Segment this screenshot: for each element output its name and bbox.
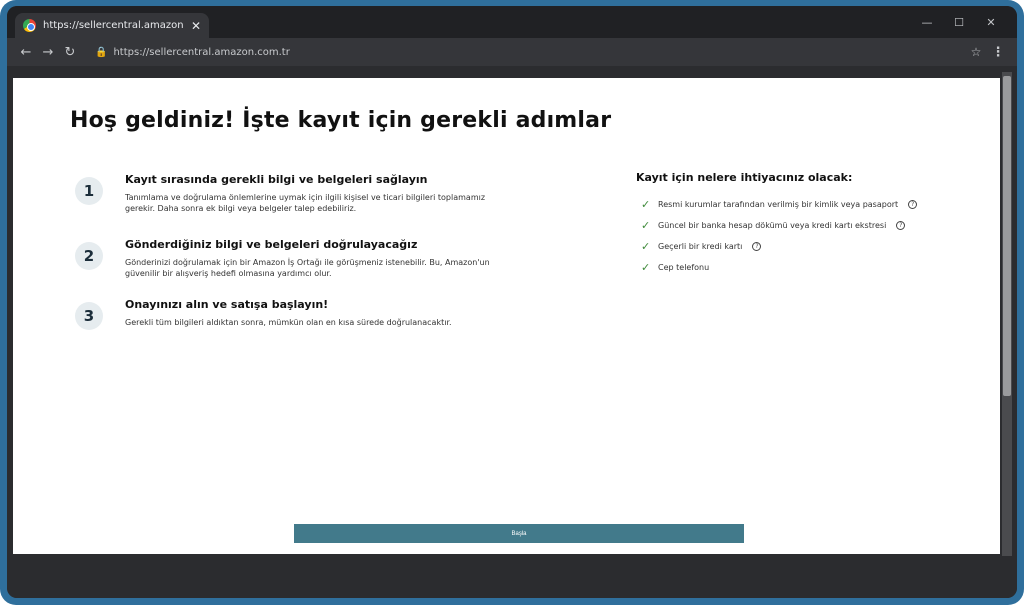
browser-window: https://sellercentral.amazon.com.tr ✕ — … <box>7 6 1017 598</box>
requirement-item: ✓ Geçerli bir kredi kartı ? <box>641 236 917 257</box>
maximize-icon[interactable]: ☐ <box>943 12 975 32</box>
close-window-icon[interactable]: ✕ <box>975 12 1007 32</box>
browser-tab[interactable]: https://sellercentral.amazon.com.tr ✕ <box>15 13 209 38</box>
page-title: Hoş geldiniz! İşte kayıt için gerekli ad… <box>70 108 612 133</box>
forward-arrow-icon[interactable]: → <box>37 41 59 63</box>
step-number-badge: 1 <box>75 177 103 205</box>
window-bottom-area <box>7 556 1017 598</box>
requirement-label: Resmi kurumlar tarafından verilmiş bir k… <box>658 200 899 209</box>
step-description: Tanımlama ve doğrulama önlemlerine uymak… <box>125 193 486 213</box>
checkmark-icon: ✓ <box>641 240 651 253</box>
checkmark-icon: ✓ <box>641 261 651 274</box>
address-bar[interactable]: 🔒 https://sellercentral.amazon.com.tr <box>87 42 965 62</box>
scrollbar[interactable] <box>1002 72 1012 556</box>
requirement-label: Güncel bir banka hesap dökümü veya kredi… <box>658 221 887 230</box>
tab-title: https://sellercentral.amazon.com.tr <box>43 20 184 31</box>
requirements-heading: Kayıt için nelere ihtiyacınız olacak: <box>636 171 853 184</box>
window-controls: — ☐ ✕ <box>911 12 1007 32</box>
checkmark-icon: ✓ <box>641 219 651 232</box>
page-content: Hoş geldiniz! İşte kayıt için gerekli ad… <box>13 78 1000 554</box>
requirement-item: ✓ Cep telefonu <box>641 257 917 278</box>
step-number-badge: 2 <box>75 242 103 270</box>
reload-icon[interactable]: ↻ <box>59 41 81 63</box>
browser-toolbar: ← → ↻ 🔒 https://sellercentral.amazon.com… <box>7 38 1017 66</box>
minimize-icon[interactable]: — <box>911 12 943 32</box>
requirements-list: ✓ Resmi kurumlar tarafından verilmiş bir… <box>641 194 918 278</box>
step-title: Onayınızı alın ve satışa başlayın! <box>125 298 329 311</box>
checkmark-icon: ✓ <box>641 198 651 211</box>
help-question-icon[interactable]: ? <box>896 221 906 230</box>
step-description: Gerekli tüm bilgileri aldıktan sonra, mü… <box>125 318 452 327</box>
step-title: Kayıt sırasında gerekli bilgi ve belgele… <box>125 173 428 186</box>
title-bar: https://sellercentral.amazon.com.tr ✕ — … <box>7 6 1017 38</box>
lock-icon: 🔒 <box>95 46 108 58</box>
help-question-icon[interactable]: ? <box>752 242 762 251</box>
browser-menu-icon[interactable]: ⋮ <box>987 45 1009 60</box>
url-text: https://sellercentral.amazon.com.tr <box>113 46 290 58</box>
requirement-label: Cep telefonu <box>658 263 710 272</box>
step-description: Gönderinizi doğrulamak için bir Amazon İ… <box>125 258 490 278</box>
bookmark-star-icon[interactable]: ☆ <box>965 45 987 59</box>
scrollbar-thumb[interactable] <box>1003 76 1011 396</box>
back-arrow-icon[interactable]: ← <box>15 41 37 63</box>
start-button[interactable]: Başla <box>294 524 744 543</box>
step-title: Gönderdiğiniz bilgi ve belgeleri doğrula… <box>125 238 418 251</box>
requirement-item: ✓ Resmi kurumlar tarafından verilmiş bir… <box>641 194 918 215</box>
help-question-icon[interactable]: ? <box>908 200 918 209</box>
tab-close-icon[interactable]: ✕ <box>191 19 201 33</box>
requirement-label: Geçerli bir kredi kartı <box>658 242 743 251</box>
step-number-badge: 3 <box>75 302 103 330</box>
requirement-item: ✓ Güncel bir banka hesap dökümü veya kre… <box>641 215 917 236</box>
chrome-favicon-icon <box>23 19 36 32</box>
